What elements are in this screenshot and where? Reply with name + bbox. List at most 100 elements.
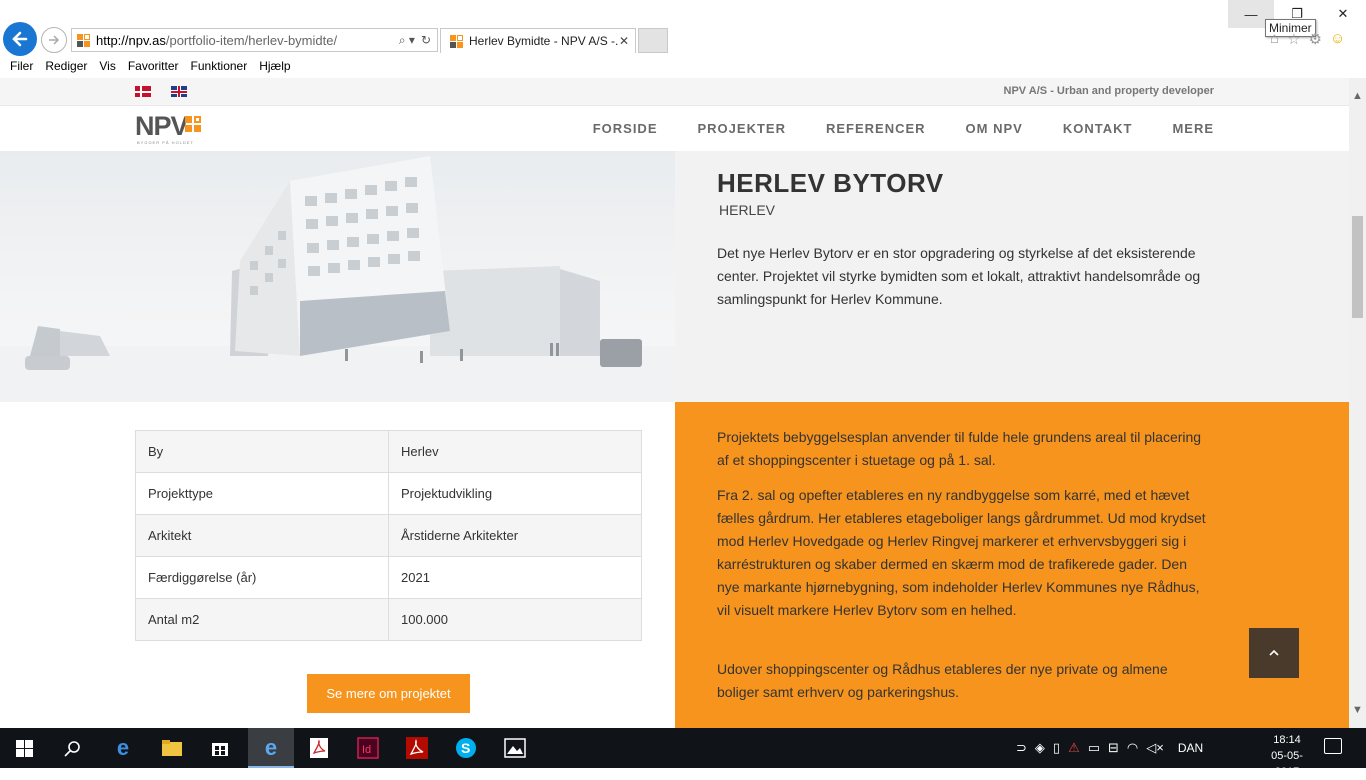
refresh-icon[interactable]: ↻ (421, 33, 431, 47)
acrobat-reader-icon[interactable] (305, 734, 333, 762)
logo-squares-icon (185, 116, 201, 132)
network-share-icon[interactable]: ⊃ (1016, 740, 1027, 756)
store-icon[interactable] (206, 734, 234, 762)
menu-file[interactable]: Filer (4, 57, 39, 77)
scroll-down-icon[interactable]: ▼ (1352, 704, 1363, 716)
page-viewport: NPV A/S - Urban and property developer N… (0, 78, 1349, 728)
tab-close-icon[interactable]: ✕ (619, 34, 629, 48)
fact-value: Herlev (388, 430, 642, 473)
scroll-thumb[interactable] (1352, 216, 1363, 318)
photos-app-icon[interactable] (501, 734, 529, 762)
menu-favorites[interactable]: Favoritter (122, 57, 185, 77)
clock-time: 18:14 (1273, 734, 1301, 746)
see-more-button[interactable]: Se mere om projektet (307, 674, 470, 713)
usb-device-icon[interactable]: ▯ (1053, 740, 1060, 756)
fact-value: Årstiderne Arkitekter (388, 514, 642, 557)
input-language[interactable]: DAN (1178, 741, 1203, 755)
new-tab-button[interactable] (638, 28, 668, 53)
site-logo[interactable]: NPV BYGGER PÅ HOLDET (135, 113, 215, 147)
tab-title: Herlev Bymidte - NPV A/S -... (469, 34, 619, 48)
fact-label: Projekttype (135, 472, 389, 515)
fact-label: Antal m2 (135, 598, 389, 641)
menu-help[interactable]: Hjælp (253, 57, 296, 77)
nav-referencer[interactable]: REFERENCER (826, 121, 926, 136)
internet-explorer-icon[interactable]: e (257, 734, 285, 762)
fact-label: Færdiggørelse (år) (135, 556, 389, 599)
danish-flag-icon[interactable] (135, 86, 151, 97)
clock-date: 05-05-2017 (1271, 750, 1303, 778)
menu-view[interactable]: Vis (93, 57, 121, 77)
page-scrollbar[interactable]: ▲ ▼ (1349, 78, 1366, 728)
edge-browser-icon[interactable]: e (109, 734, 137, 762)
svg-text:S: S (461, 740, 470, 756)
menu-edit[interactable]: Rediger (39, 57, 93, 77)
url-text[interactable]: http://npv.as/portfolio-item/herlev-bymi… (96, 33, 399, 48)
scroll-up-icon[interactable]: ▲ (1352, 90, 1363, 102)
details-paragraph-2: Fra 2. sal og opefter etableres en ny ra… (717, 487, 1206, 618)
acrobat-tray-icon[interactable]: ⚠ (1068, 740, 1080, 756)
bluetooth-devices-icon[interactable]: ⊟ (1108, 740, 1119, 756)
project-description: Det nye Herlev Bytorv er en stor opgrade… (717, 245, 1201, 307)
defender-shield-icon[interactable]: ◈ (1035, 740, 1045, 756)
site-header: NPV BYGGER PÅ HOLDET FORSIDE PROJEKTER R… (0, 106, 1349, 151)
acrobat-icon[interactable] (403, 734, 431, 762)
nav-mere[interactable]: MERE (1172, 121, 1214, 136)
project-details-panel: Projektets bebyggelsesplan anvender til … (675, 402, 1349, 728)
favorites-icon[interactable]: ☆ (1287, 30, 1300, 48)
volume-muted-icon[interactable]: ◁× (1146, 740, 1164, 756)
indesign-icon[interactable]: Id (354, 734, 382, 762)
gear-icon[interactable]: ⚙ (1309, 30, 1322, 48)
browser-tab[interactable]: Herlev Bymidte - NPV A/S -... ✕ (440, 28, 636, 53)
site-tagline: NPV A/S - Urban and property developer (1003, 85, 1214, 97)
browser-chrome: http://npv.as/portfolio-item/herlev-bymi… (0, 0, 1366, 78)
table-row: Færdiggørelse (år) 2021 (135, 556, 642, 599)
feedback-smiley-icon[interactable]: ☺ (1330, 30, 1345, 48)
back-button[interactable] (3, 22, 37, 56)
home-icon[interactable]: ⌂ (1270, 30, 1279, 48)
project-location: HERLEV (719, 202, 776, 218)
battery-icon[interactable]: ▭ (1088, 740, 1100, 756)
forward-button[interactable] (41, 27, 67, 53)
project-title: HERLEV BYTORV (717, 168, 944, 198)
back-to-top-button[interactable] (1249, 628, 1299, 678)
search-icon[interactable] (58, 734, 86, 762)
wifi-icon[interactable]: ◠ (1127, 740, 1138, 756)
menu-tools[interactable]: Funktioner (185, 57, 254, 77)
fact-label: Arkitekt (135, 514, 389, 557)
project-facts-table: By Herlev Projekttype Projektudvikling Ark… (135, 430, 642, 641)
details-paragraph-3: Udover shoppingscenter og Rådhus etabler… (717, 661, 1168, 700)
english-flag-icon[interactable] (171, 86, 187, 97)
chevron-up-icon (1269, 649, 1279, 656)
search-icon[interactable]: ⌕ ▾ (399, 33, 415, 48)
arrow-left-icon (12, 31, 28, 47)
browser-tools: ⌂ ☆ ⚙ ☺ (1270, 30, 1345, 48)
menu-bar: Filer Rediger Vis Favoritter Funktioner … (0, 57, 297, 77)
tab-favicon-icon (450, 34, 463, 48)
windows-start-icon[interactable] (10, 734, 38, 762)
svg-text:Id: Id (362, 744, 371, 756)
project-hero-image (0, 151, 675, 402)
table-row: By Herlev (135, 430, 642, 473)
fact-label: By (135, 430, 389, 473)
table-row: Projekttype Projektudvikling (135, 472, 642, 515)
nav-kontakt[interactable]: KONTAKT (1063, 121, 1133, 136)
nav-projekter[interactable]: PROJEKTER (698, 121, 786, 136)
main-navigation: FORSIDE PROJEKTER REFERENCER OM NPV KONT… (593, 106, 1214, 151)
windows-taskbar: e e Id S ⊃ ◈ ▯ ⚠ ▭ ⊟ ◠ ◁× DAN 18:14 05-0… (0, 728, 1366, 778)
fact-value: Projektudvikling (388, 472, 642, 515)
site-favicon-icon (77, 33, 90, 47)
system-clock[interactable]: 18:14 05-05-2017 (1262, 732, 1312, 780)
skype-icon[interactable]: S (452, 734, 480, 762)
project-intro-panel: HERLEV BYTORV HERLEV Det nye Herlev Byto… (675, 151, 1349, 402)
arrow-right-icon (49, 35, 60, 45)
close-button[interactable]: ✕ (1320, 0, 1366, 28)
nav-om-npv[interactable]: OM NPV (966, 121, 1023, 136)
fact-value: 2021 (388, 556, 642, 599)
table-row: Arkitekt Årstiderne Arkitekter (135, 514, 642, 557)
address-bar[interactable]: http://npv.as/portfolio-item/herlev-bymi… (71, 28, 438, 52)
details-paragraph-1: Projektets bebyggelsesplan anvender til … (717, 429, 1202, 468)
building-rendering-image (0, 156, 675, 402)
file-explorer-icon[interactable] (158, 734, 186, 762)
nav-forside[interactable]: FORSIDE (593, 121, 658, 136)
action-center-icon[interactable] (1324, 738, 1342, 754)
